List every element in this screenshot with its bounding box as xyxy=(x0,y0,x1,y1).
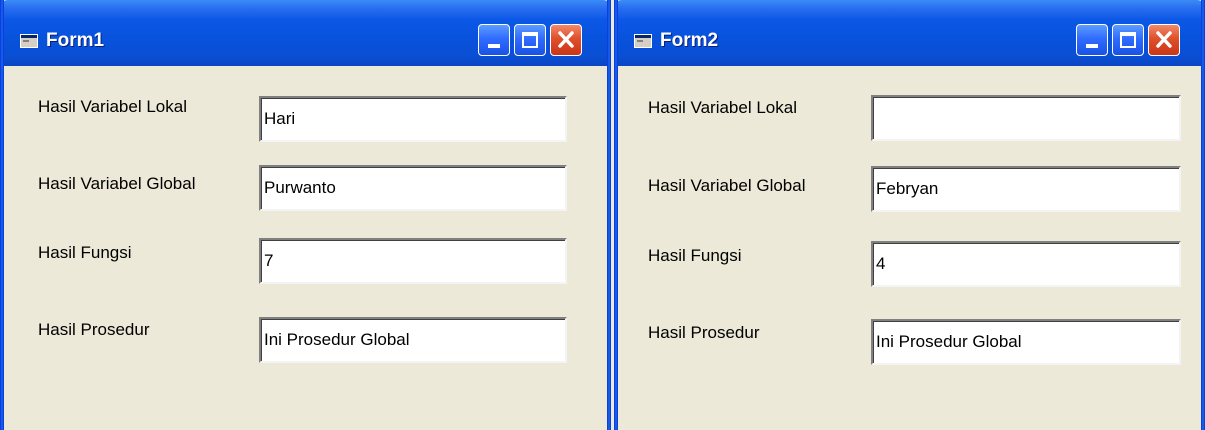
window-border-right xyxy=(607,0,611,430)
form-window-icon xyxy=(634,34,652,48)
label-prosedur: Hasil Prosedur xyxy=(648,323,760,342)
form1-client-area: Hasil Variabel Lokal Hasil Variabel Glob… xyxy=(4,66,607,430)
form1-titlebar[interactable]: Form1 xyxy=(0,0,611,66)
label-variabel-global: Hasil Variabel Global xyxy=(648,176,806,195)
textbox-fungsi[interactable] xyxy=(871,241,1181,287)
maximize-icon xyxy=(1120,32,1136,48)
textbox-prosedur[interactable] xyxy=(871,319,1181,365)
minimize-button[interactable] xyxy=(478,24,510,56)
close-button[interactable] xyxy=(550,24,582,56)
form-window-icon xyxy=(20,34,38,48)
textbox-variabel-lokal[interactable] xyxy=(871,95,1181,141)
window-border-right xyxy=(1201,0,1205,430)
close-icon xyxy=(558,31,574,48)
label-fungsi: Hasil Fungsi xyxy=(38,243,132,262)
form2-title: Form2 xyxy=(660,30,719,51)
maximize-button[interactable] xyxy=(1112,24,1144,56)
textbox-prosedur[interactable] xyxy=(259,317,567,363)
label-variabel-lokal: Hasil Variabel Lokal xyxy=(648,98,797,117)
maximize-button[interactable] xyxy=(514,24,546,56)
form2-window: Form2 Hasil Variabel Lokal Hasil Variabe… xyxy=(614,0,1205,430)
label-variabel-lokal: Hasil Variabel Lokal xyxy=(38,97,187,116)
form1-window: Form1 Hasil Variabel Lokal Hasil Variabe… xyxy=(0,0,611,430)
close-button[interactable] xyxy=(1148,24,1180,56)
textbox-variabel-lokal[interactable] xyxy=(259,96,567,142)
maximize-icon xyxy=(522,32,538,48)
label-prosedur: Hasil Prosedur xyxy=(38,320,150,339)
close-icon xyxy=(1156,31,1172,48)
label-variabel-global: Hasil Variabel Global xyxy=(38,174,196,193)
label-fungsi: Hasil Fungsi xyxy=(648,246,742,265)
textbox-variabel-global[interactable] xyxy=(259,165,567,211)
form2-titlebar[interactable]: Form2 xyxy=(614,0,1205,66)
form1-title: Form1 xyxy=(46,30,105,51)
minimize-button[interactable] xyxy=(1076,24,1108,56)
minimize-icon xyxy=(1086,44,1098,48)
minimize-icon xyxy=(488,44,500,48)
textbox-fungsi[interactable] xyxy=(259,238,567,284)
textbox-variabel-global[interactable] xyxy=(871,166,1181,212)
form2-client-area: Hasil Variabel Lokal Hasil Variabel Glob… xyxy=(618,66,1201,430)
